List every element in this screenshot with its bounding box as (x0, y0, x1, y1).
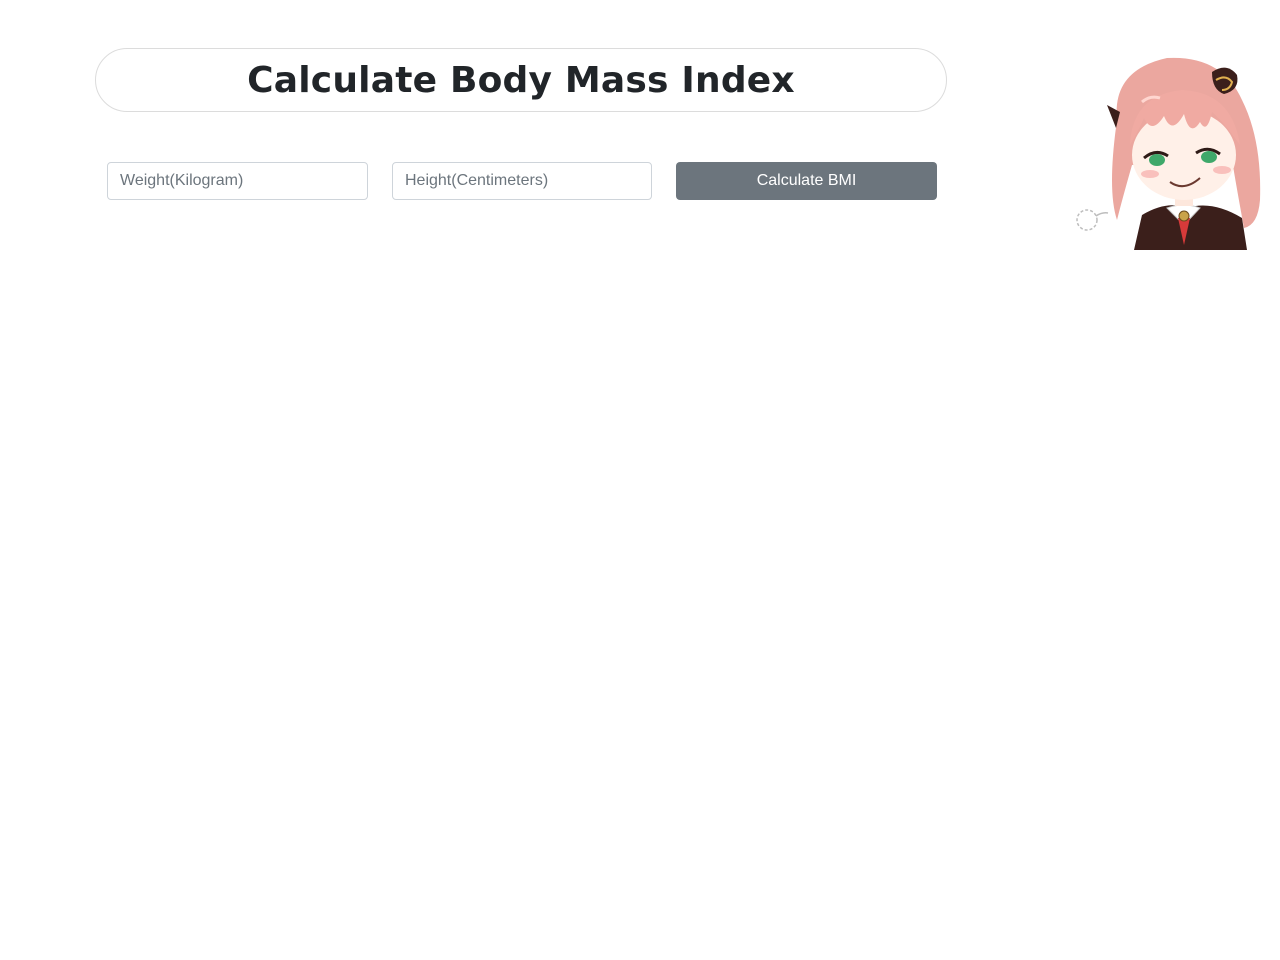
weight-input[interactable] (107, 162, 368, 200)
page-title: Calculate Body Mass Index (247, 59, 795, 101)
height-input[interactable] (392, 162, 652, 200)
bmi-form: Calculate BMI (107, 162, 937, 200)
anime-girl-mascot-icon (1076, 57, 1261, 250)
calculate-bmi-button[interactable]: Calculate BMI (676, 162, 937, 200)
title-banner: Calculate Body Mass Index (95, 48, 947, 112)
bmi-page: Calculate Body Mass Index Calculate BMI (0, 0, 1280, 960)
